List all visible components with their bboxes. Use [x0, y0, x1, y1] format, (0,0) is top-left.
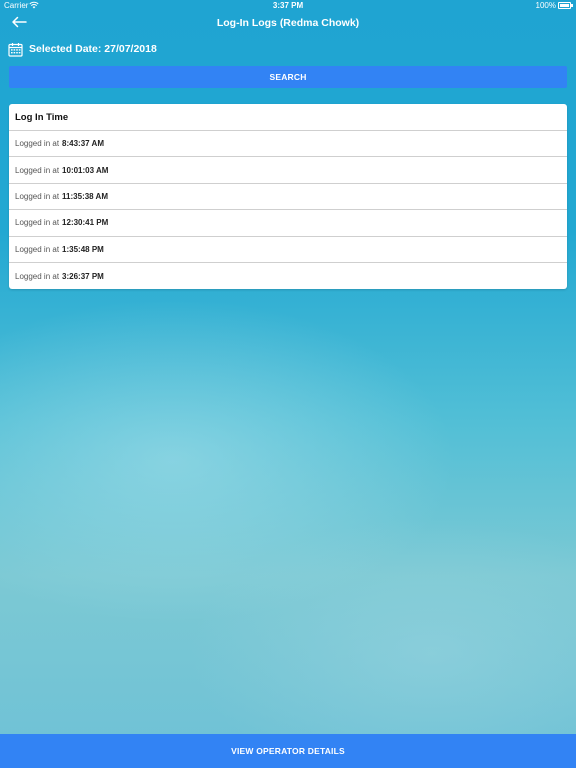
page-title: Log-In Logs (Redma Chowk) — [216, 17, 360, 29]
log-row: Logged in at 10:01:03 AM — [9, 157, 567, 184]
search-button[interactable]: SEARCH — [9, 66, 567, 88]
log-prefix: Logged in at — [15, 218, 60, 228]
log-prefix: Logged in at — [15, 191, 60, 201]
log-prefix: Logged in at — [15, 244, 60, 254]
status-bar: Carrier 3:37 PM 100% — [0, 0, 576, 12]
log-row: Logged in at 11:35:38 AM — [9, 184, 567, 211]
view-operator-details-button[interactable]: VIEW OPERATOR DETAILS — [0, 734, 576, 768]
log-row: Logged in at 3:26:37 PM — [9, 263, 567, 289]
log-row: Logged in at 8:43:37 AM — [9, 131, 567, 158]
log-time: 10:01:03 AM — [62, 165, 109, 175]
log-time: 3:26:37 PM — [62, 271, 104, 281]
calendar-icon — [8, 42, 23, 57]
log-prefix: Logged in at — [15, 165, 60, 175]
log-row: Logged in at 1:35:48 PM — [9, 237, 567, 263]
login-log-table: Log In Time Logged in at 8:43:37 AM Logg… — [9, 104, 567, 290]
log-row: Logged in at 12:30:41 PM — [9, 210, 567, 237]
log-prefix: Logged in at — [15, 139, 60, 149]
log-prefix: Logged in at — [15, 271, 60, 281]
log-time: 1:35:48 PM — [62, 244, 104, 254]
battery-percent: 100% — [535, 1, 556, 10]
log-time: 8:43:37 AM — [62, 139, 104, 149]
nav-bar: Log-In Logs (Redma Chowk) — [0, 12, 576, 36]
log-table-header: Log In Time — [9, 104, 567, 131]
selected-date-label: Selected Date: 27/07/2018 — [29, 43, 157, 55]
log-time: 12:30:41 PM — [62, 218, 109, 228]
date-selector[interactable]: Selected Date: 27/07/2018 — [8, 40, 157, 58]
battery-icon — [558, 2, 573, 9]
log-time: 11:35:38 AM — [62, 191, 108, 201]
status-time: 3:37 PM — [272, 1, 304, 10]
